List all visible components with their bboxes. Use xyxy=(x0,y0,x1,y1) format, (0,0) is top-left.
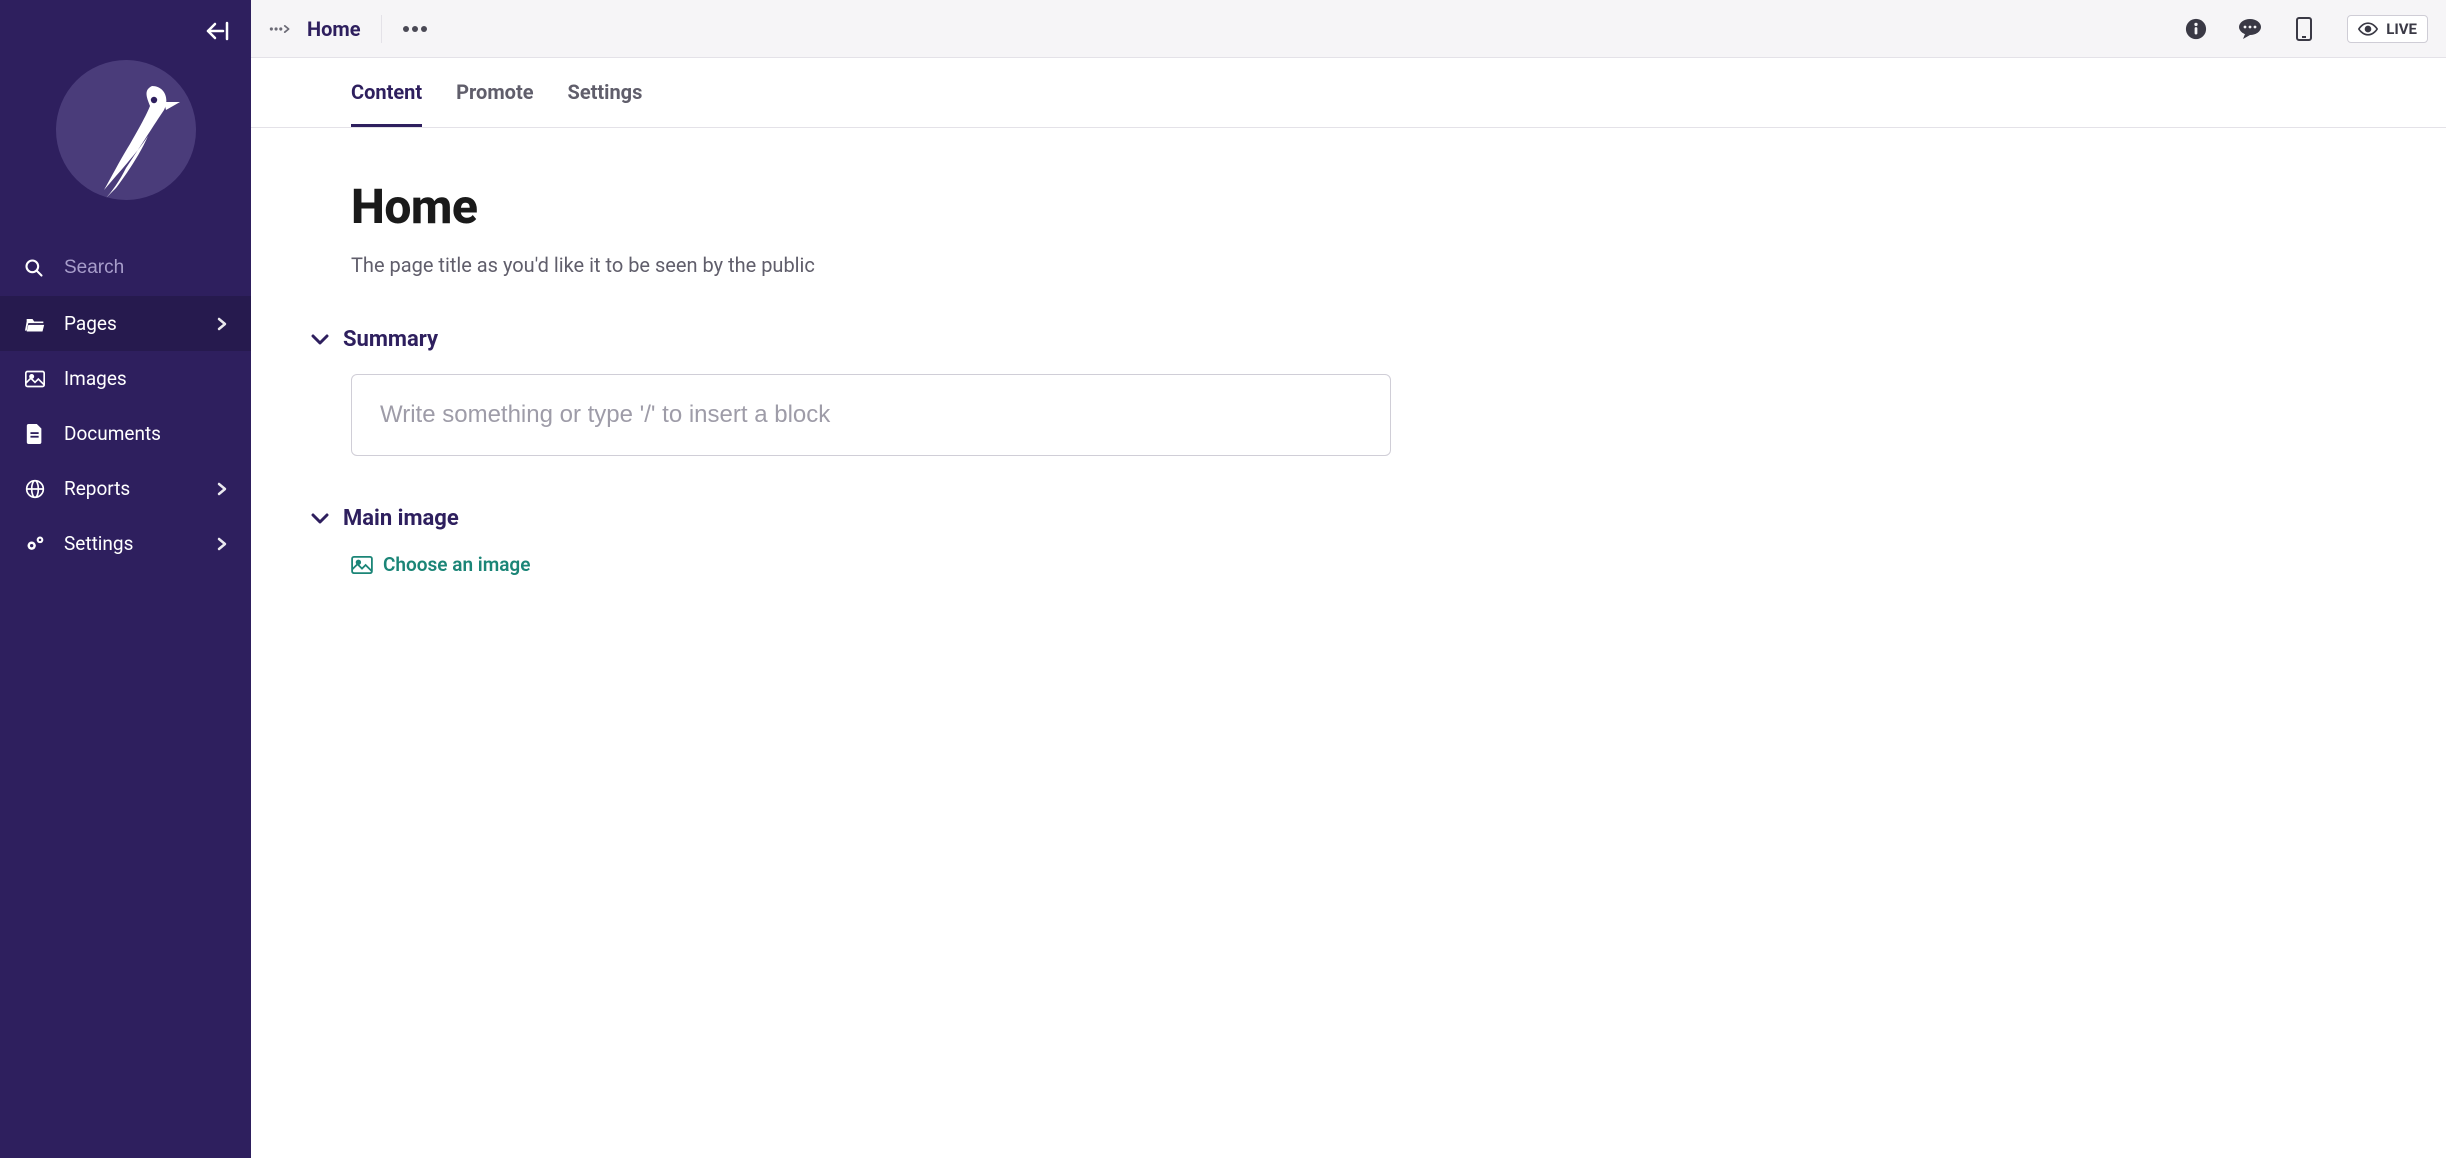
globe-icon xyxy=(24,478,46,500)
sidebar: Pages Images Documents Reports xyxy=(0,0,251,1158)
choose-image-label: Choose an image xyxy=(383,553,530,576)
chevron-right-icon xyxy=(217,537,227,551)
image-icon xyxy=(24,368,46,390)
sidebar-item-images[interactable]: Images xyxy=(0,351,251,406)
mobile-icon xyxy=(2296,17,2312,41)
page-subtitle: The page title as you'd like it to be se… xyxy=(351,253,1571,277)
sidebar-item-label: Settings xyxy=(64,532,133,555)
summary-input[interactable] xyxy=(351,374,1391,456)
sidebar-item-label: Documents xyxy=(64,422,161,445)
sidebar-item-label: Reports xyxy=(64,477,130,500)
section-summary: Summary xyxy=(351,327,1571,456)
live-status-button[interactable]: LIVE xyxy=(2347,15,2428,43)
topbar: Home LIVE xyxy=(251,0,2446,58)
wagtail-bird-logo xyxy=(56,60,196,200)
tab-promote[interactable]: Promote xyxy=(456,58,533,127)
preview-mobile-button[interactable] xyxy=(2291,16,2317,42)
chevron-down-icon xyxy=(311,334,329,346)
sidebar-top xyxy=(0,0,251,50)
cogs-icon xyxy=(24,533,46,555)
info-icon xyxy=(2185,18,2207,40)
divider xyxy=(381,15,382,43)
sidebar-item-settings[interactable]: Settings xyxy=(0,516,251,571)
chevron-down-icon xyxy=(311,513,329,525)
image-icon xyxy=(351,556,373,574)
search-icon xyxy=(24,258,44,278)
dots-chevron-icon xyxy=(269,22,291,36)
tab-settings[interactable]: Settings xyxy=(568,58,643,127)
comments-button[interactable] xyxy=(2237,16,2263,42)
sidebar-search[interactable] xyxy=(0,240,251,296)
sidebar-item-documents[interactable]: Documents xyxy=(0,406,251,461)
page-title[interactable]: Home xyxy=(351,178,1571,235)
tabs: Content Promote Settings xyxy=(251,58,2446,128)
sidebar-item-label: Pages xyxy=(64,312,117,335)
section-title-summary: Summary xyxy=(343,327,438,352)
chevron-right-icon xyxy=(217,317,227,331)
sidebar-item-reports[interactable]: Reports xyxy=(0,461,251,516)
sidebar-item-label: Images xyxy=(64,367,127,390)
bird-icon xyxy=(56,60,196,200)
sidebar-nav: Pages Images Documents Reports xyxy=(0,296,251,571)
collapse-summary-button[interactable] xyxy=(311,334,329,346)
logo xyxy=(0,50,251,240)
eye-icon xyxy=(2358,22,2378,36)
ellipsis-icon xyxy=(402,24,428,34)
page-actions-button[interactable] xyxy=(402,24,428,34)
comment-icon xyxy=(2238,18,2262,40)
arrow-bar-left-icon xyxy=(205,21,231,41)
live-label: LIVE xyxy=(2386,20,2417,38)
tab-content[interactable]: Content xyxy=(351,58,422,127)
content-panel: Home The page title as you'd like it to … xyxy=(251,128,1651,668)
section-main-image: Main image Choose an image xyxy=(351,506,1571,578)
main: Home LIVE Content Promote Settings Home … xyxy=(251,0,2446,1158)
chevron-right-icon xyxy=(217,482,227,496)
info-button[interactable] xyxy=(2183,16,2209,42)
collapse-main-image-button[interactable] xyxy=(311,513,329,525)
breadcrumb-expand-button[interactable] xyxy=(269,22,291,36)
choose-image-button[interactable]: Choose an image xyxy=(351,553,530,576)
sidebar-item-pages[interactable]: Pages xyxy=(0,296,251,351)
collapse-sidebar-button[interactable] xyxy=(205,21,231,41)
document-icon xyxy=(24,423,46,445)
breadcrumb-title[interactable]: Home xyxy=(307,17,361,41)
section-title-main-image: Main image xyxy=(343,506,459,531)
folder-open-icon xyxy=(24,313,46,335)
